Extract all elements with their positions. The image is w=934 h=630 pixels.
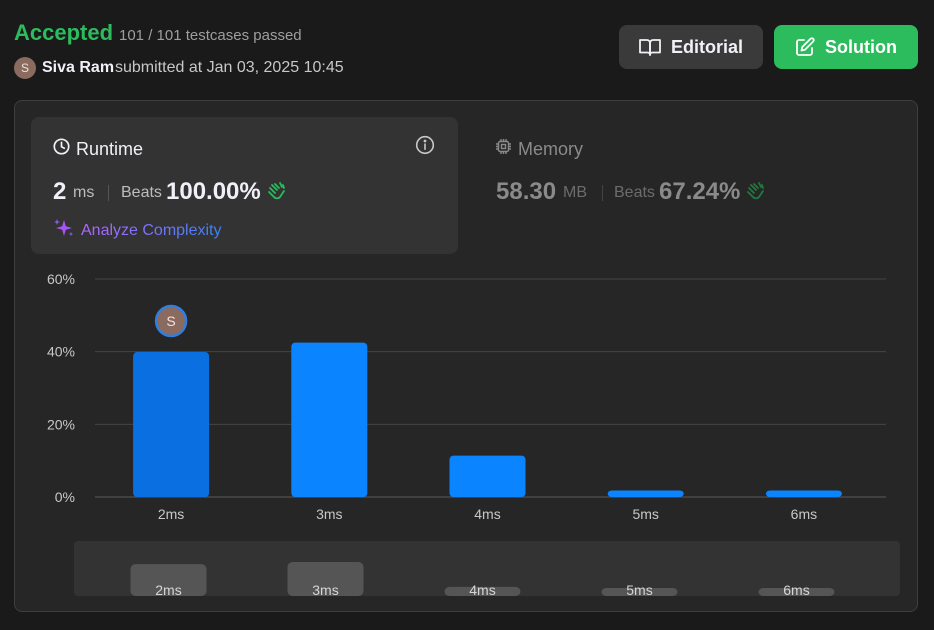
overview-label: 6ms (783, 582, 809, 598)
bar[interactable] (291, 342, 368, 497)
bar[interactable] (133, 352, 210, 497)
overview-label: 5ms (626, 582, 652, 598)
y-tick-label: 0% (55, 489, 75, 505)
x-tick-label: 2ms (158, 506, 184, 522)
overview-label: 4ms (469, 582, 495, 598)
bar[interactable] (765, 490, 842, 497)
x-tick-label: 3ms (316, 506, 342, 522)
bar[interactable] (449, 455, 526, 497)
x-tick-label: 4ms (474, 506, 500, 522)
y-tick-label: 40% (47, 344, 75, 360)
overview-label: 3ms (312, 582, 338, 598)
user-marker-letter: S (166, 313, 175, 329)
overview-label: 2ms (155, 582, 181, 598)
y-tick-label: 60% (47, 271, 75, 287)
x-tick-label: 6ms (791, 506, 817, 522)
x-tick-label: 5ms (632, 506, 658, 522)
bar[interactable] (607, 490, 684, 497)
runtime-distribution-chart: 0% 20% 40% 60% 2ms S 3ms 4ms 5ms 6ms 2ms 3ms 4ms 5ms 6… (47, 271, 900, 598)
y-tick-label: 20% (47, 416, 75, 432)
